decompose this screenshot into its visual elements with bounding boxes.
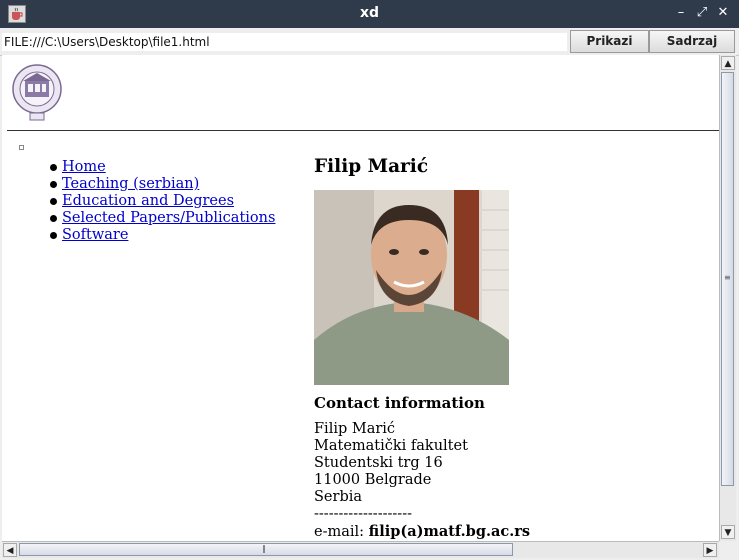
horizontal-rule [7, 130, 719, 131]
nav-list: Home Teaching (serbian) Education and De… [48, 159, 275, 244]
contact-address: Filip Marić Matematički fakultet Student… [314, 421, 530, 541]
nav-link-papers[interactable]: Selected Papers/Publications [62, 210, 275, 226]
grip-icon: ‖ [262, 544, 266, 553]
nav-item-education: Education and Degrees [48, 193, 275, 210]
address-toolbar: Prikazi Sadrzaj [0, 29, 739, 56]
nav-link-teaching[interactable]: Teaching (serbian) [62, 176, 199, 192]
email-value: filip(a)matf.bg.ac.rs [368, 523, 531, 540]
page-viewport: Home Teaching (serbian) Education and De… [2, 55, 719, 541]
nav-item-home: Home [48, 159, 275, 176]
contact-heading: Contact information [314, 394, 485, 412]
faculty-logo [11, 63, 63, 121]
close-button[interactable]: ✕ [715, 5, 731, 21]
restore-button[interactable]: ⤢ [694, 5, 710, 21]
profile-photo [314, 190, 509, 385]
arrow-left-icon[interactable]: ◀ [3, 543, 17, 557]
separator-line: -------------------- [314, 506, 412, 522]
nav-item-software: Software [48, 227, 275, 244]
show-button[interactable]: Prikazi [570, 30, 649, 53]
nav-item-teaching: Teaching (serbian) [48, 176, 275, 193]
title-bar[interactable]: xd – ⤢ ✕ [0, 0, 739, 28]
contents-button[interactable]: Sadrzaj [649, 30, 735, 53]
horizontal-scroll-thumb[interactable]: ‖ [19, 543, 513, 556]
arrow-up-icon[interactable]: ▲ [721, 56, 735, 70]
address-line: Filip Marić [314, 421, 396, 437]
vertical-scrollbar[interactable]: ▲ ≡ ▼ [719, 55, 736, 541]
arrow-down-icon[interactable]: ▼ [721, 525, 735, 539]
nav-link-education[interactable]: Education and Degrees [62, 193, 234, 209]
page-title: Filip Marić [314, 156, 429, 177]
address-line: Studentski trg 16 [314, 455, 443, 471]
minimize-button[interactable]: – [673, 5, 689, 21]
url-input[interactable] [2, 33, 567, 51]
email-label: e-mail: [314, 524, 365, 540]
address-line: Matematički fakultet [314, 438, 468, 454]
address-line: 11000 Belgrade [314, 472, 432, 488]
horizontal-scrollbar[interactable]: ◀ ‖ ▶ [2, 541, 719, 558]
vertical-scroll-thumb[interactable]: ≡ [721, 72, 734, 486]
browser-window: xd – ⤢ ✕ Prikazi Sadrzaj Home Teachin [0, 0, 739, 560]
grip-icon: ≡ [724, 273, 731, 282]
address-line: Serbia [314, 489, 363, 505]
arrow-right-icon[interactable]: ▶ [703, 543, 717, 557]
broken-image-icon [19, 145, 24, 150]
email-line: e-mail: filip(a)matf.bg.ac.rs [314, 523, 530, 541]
nav-item-papers: Selected Papers/Publications [48, 210, 275, 227]
nav-link-home[interactable]: Home [62, 159, 106, 175]
nav-link-software[interactable]: Software [62, 227, 128, 243]
window-title: xd [359, 5, 380, 21]
